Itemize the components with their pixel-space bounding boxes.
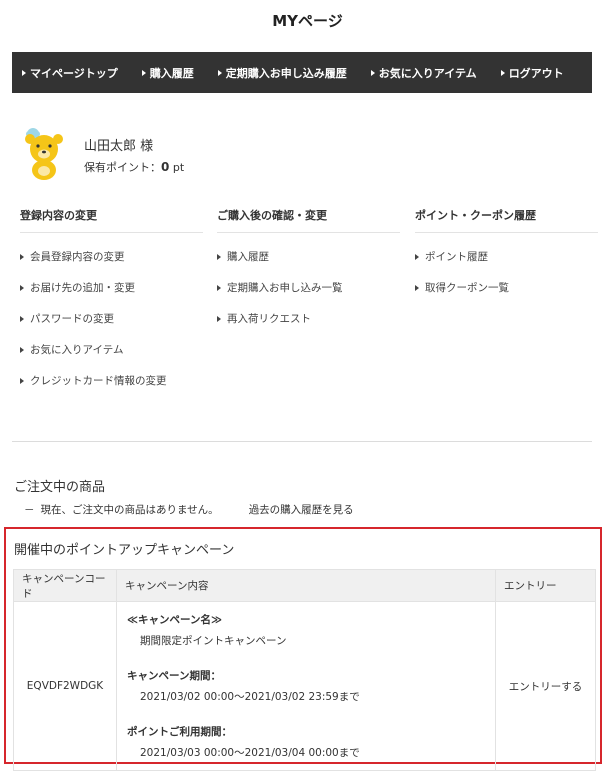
menu-link-point-history[interactable]: ポイント履歴 [415, 241, 598, 272]
nav-item-purchase-history[interactable]: 購入履歴 [141, 65, 194, 81]
triangle-right-icon [217, 253, 221, 260]
campaign-period-value: 2021/03/02 00:00～2021/03/02 23:59まで [140, 691, 360, 703]
triangle-right-icon [217, 284, 221, 291]
campaign-code: EQVDF2WDGK [13, 601, 117, 771]
menu-link-delivery-address[interactable]: お届け先の追加・変更 [20, 272, 203, 303]
menu-link-restock-request[interactable]: 再入荷リクエスト [217, 303, 400, 334]
section-divider [12, 441, 592, 442]
points-unit: pt [172, 161, 185, 174]
menu-link-purchase-history[interactable]: 購入履歴 [217, 241, 400, 272]
menu-link-label: 定期購入お申し込み一覧 [227, 282, 343, 294]
orders-none-text: 現在、ご注文中の商品はありません。 [40, 504, 219, 516]
campaign-period-label: キャンペーン期間： [127, 670, 221, 682]
triangle-right-icon [415, 284, 419, 291]
campaign-table: キャンペーンコード キャンペーン内容 エントリー EQVDF2WDGK ≪キャン… [13, 569, 596, 771]
menu-column-points: ポイント・クーポン履歴 ポイント履歴 取得クーポン一覧 [415, 207, 598, 303]
entry-link[interactable]: エントリーする [495, 601, 596, 771]
nav-item-label: マイページトップ [30, 66, 118, 80]
nav-item-label: 定期購入お申し込み履歴 [225, 66, 347, 80]
menu-column-heading: ポイント・クーポン履歴 [415, 207, 598, 233]
points-label: 保有ポイント： [84, 161, 161, 174]
triangle-right-icon [20, 377, 24, 384]
menu-link-password[interactable]: パスワードの変更 [20, 303, 203, 334]
menu-link-label: パスワードの変更 [30, 313, 114, 325]
page-title: MYページ [272, 12, 343, 30]
campaign-heading: 開催中のポイントアップキャンペーン [14, 543, 235, 558]
menu-link-label: 会員登録内容の変更 [30, 251, 125, 263]
triangle-right-icon [370, 69, 375, 76]
point-use-period-value: 2021/03/03 00:00～2021/03/04 00:00まで [140, 747, 360, 759]
bear-mascot-icon [25, 128, 63, 180]
nav-item-label: ログアウト [508, 66, 564, 80]
column-header-code: キャンペーンコード [13, 569, 117, 602]
menu-link-label: お届け先の追加・変更 [30, 282, 135, 294]
nav-item-mypage-top[interactable]: マイページトップ [22, 65, 118, 81]
orders-status: － 現在、ご注文中の商品はありません。 過去の購入履歴を見る [24, 502, 354, 517]
menu-column-heading: ご購入後の確認・変更 [217, 207, 400, 233]
triangle-right-icon [141, 69, 146, 76]
campaign-section: 開催中のポイントアップキャンペーン キャンペーンコード キャンペーン内容 エント… [4, 527, 602, 771]
menu-link-member-info[interactable]: 会員登録内容の変更 [20, 241, 203, 272]
menu-link-subscription-list[interactable]: 定期購入お申し込み一覧 [217, 272, 400, 303]
orders-dash: － [24, 504, 35, 516]
campaign-name-label: ≪キャンペーン名≫ [127, 614, 222, 626]
triangle-right-icon [500, 69, 505, 76]
triangle-right-icon [415, 253, 419, 260]
points-value: 0 [161, 160, 170, 174]
menu-link-favorites[interactable]: お気に入りアイテム [20, 334, 203, 365]
triangle-right-icon [20, 315, 24, 322]
points-balance: 保有ポイント：0 pt [84, 159, 184, 175]
nav-item-label: お気に入りアイテム [378, 66, 477, 80]
triangle-right-icon [20, 253, 24, 260]
menu-link-label: 購入履歴 [227, 251, 269, 263]
menu-link-label: 再入荷リクエスト [227, 313, 311, 325]
menu-link-label: クレジットカード情報の変更 [30, 375, 167, 387]
campaign-content: ≪キャンペーン名≫ 期間限定ポイントキャンペーン キャンペーン期間： 2021/… [116, 601, 496, 771]
menu-column-registration: 登録内容の変更 会員登録内容の変更 お届け先の追加・変更 パスワードの変更 お気… [20, 207, 203, 396]
point-use-period-label: ポイントご利用期間： [127, 726, 232, 738]
triangle-right-icon [20, 284, 24, 291]
menu-link-coupon-list[interactable]: 取得クーポン一覧 [415, 272, 598, 303]
nav-item-logout[interactable]: ログアウト [500, 65, 564, 81]
triangle-right-icon [20, 346, 24, 353]
orders-heading: ご注文中の商品 [14, 480, 106, 495]
triangle-right-icon [217, 69, 222, 76]
table-row: EQVDF2WDGK ≪キャンペーン名≫ 期間限定ポイントキャンペーン キャンペ… [13, 601, 596, 771]
triangle-right-icon [22, 69, 26, 76]
column-header-content: キャンペーン内容 [116, 569, 496, 602]
past-history-link[interactable]: 過去の購入履歴を見る [249, 502, 354, 517]
menu-column-purchase: ご購入後の確認・変更 購入履歴 定期購入お申し込み一覧 再入荷リクエスト [217, 207, 400, 334]
triangle-right-icon [217, 315, 221, 322]
nav-item-favorites[interactable]: お気に入りアイテム [370, 65, 477, 81]
top-nav-bar: マイページトップ 購入履歴 定期購入お申し込み履歴 お気に入りアイテム ログアウ… [12, 52, 592, 93]
nav-item-label: 購入履歴 [149, 66, 194, 80]
menu-link-label: お気に入りアイテム [30, 344, 124, 356]
column-header-entry: エントリー [495, 569, 596, 602]
menu-column-heading: 登録内容の変更 [20, 207, 203, 233]
menu-link-credit-card[interactable]: クレジットカード情報の変更 [20, 365, 203, 396]
table-header-row: キャンペーンコード キャンペーン内容 エントリー [13, 569, 596, 602]
nav-item-subscription-history[interactable]: 定期購入お申し込み履歴 [217, 65, 347, 81]
user-name: 山田太郎 様 [84, 139, 154, 154]
profile-section: 山田太郎 様 保有ポイント：0 pt [22, 125, 582, 185]
menu-link-label: 取得クーポン一覧 [425, 282, 509, 294]
menu-link-label: ポイント履歴 [425, 251, 488, 263]
campaign-name-value: 期間限定ポイントキャンペーン [140, 635, 287, 647]
